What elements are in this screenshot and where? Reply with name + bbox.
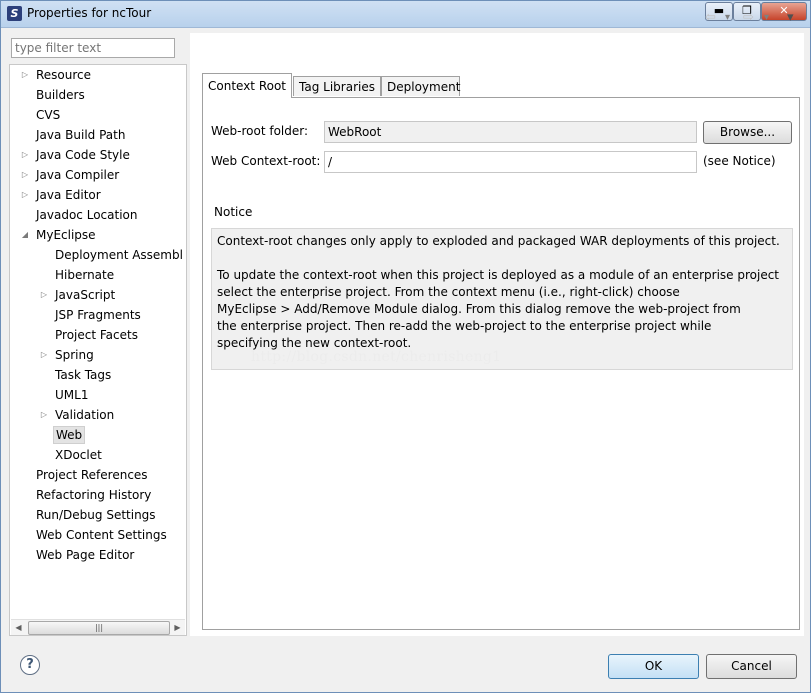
tree-item[interactable]: Java Build Path [10,126,186,144]
tree-horizontal-scrollbar[interactable]: ◀ ||| ▶ [11,619,185,635]
tree-item[interactable]: ▷ Java Code Style [10,146,186,164]
tree-expand-icon[interactable]: ▷ [39,346,49,364]
tree-item[interactable]: ▷ JavaScript [10,286,186,304]
tree-item[interactable]: Builders [10,86,186,104]
web-context-root-label: Web Context-root: [211,154,321,168]
tree-item[interactable]: ▷ Resource [10,66,186,84]
tree-item[interactable]: UML1 [10,386,186,404]
window-title: Properties for ncTour [27,6,152,20]
back-menu-icon[interactable]: ▾ [725,12,730,23]
webroot-folder-label: Web-root folder: [211,124,309,138]
tree-item[interactable]: Refactoring History [10,486,186,504]
tree-item-label: MyEclipse [36,228,96,242]
tree-expand-icon[interactable]: ▷ [20,186,30,204]
notice-line: MyEclipse > Add/Remove Module dialog. Fr… [217,302,741,316]
properties-tree-pane: ▷ Resource Builders CVS Java Build Path ▷ Java… [9,64,187,636]
browse-button[interactable]: Browse... [703,121,792,144]
webroot-folder-field[interactable]: WebRoot [324,121,697,143]
tree-item-label: JSP Fragments [55,308,141,322]
tree-item[interactable]: Task Tags [10,366,186,384]
filter-input[interactable] [11,38,175,58]
tree-item-label: CVS [36,108,61,122]
tree-expand-icon[interactable]: ▷ [20,146,30,164]
tab-tag-libraries[interactable]: Tag Libraries [293,76,381,96]
ok-button[interactable]: OK [608,654,699,679]
forward-menu-icon[interactable]: ▾ [764,12,769,23]
tree-collapse-icon[interactable]: ◢ [20,226,30,244]
see-notice-label: (see Notice) [703,154,776,168]
tree-item-label: Web Page Editor [36,548,135,562]
tree-item[interactable]: CVS [10,106,186,124]
tree-item-label: Java Code Style [36,148,130,162]
tree-item-label: UML1 [55,388,89,402]
title-bar[interactable]: S Properties for ncTour ▬ ❐ ✕ [1,1,810,28]
scroll-right-icon[interactable]: ▶ [170,620,185,635]
tree-item-label: Validation [55,408,115,422]
tree-item-label: Java Build Path [36,128,126,142]
back-arrow-icon[interactable]: ⇦ [705,10,716,25]
tree-expand-icon[interactable]: ▷ [39,286,49,304]
tree-item[interactable]: Javadoc Location [10,206,186,224]
tree-item-label: Web Content Settings [36,528,167,542]
forward-arrow-icon[interactable]: ⇨ [743,10,754,25]
tree-item-label: Spring [55,348,94,362]
notice-line: select the enterprise project. From the … [217,285,680,299]
tree-item[interactable]: Web [10,426,186,444]
tree-item[interactable]: Web Page Editor [10,546,186,564]
tree-item[interactable]: Web Content Settings [10,526,186,544]
help-icon[interactable]: ? [20,655,40,675]
tree-item-label: Run/Debug Settings [36,508,156,522]
tab-context-root[interactable]: Context Root [202,73,292,98]
notice-line: Context-root changes only apply to explo… [217,234,780,248]
notice-line: the enterprise project. Then re-add the … [217,319,712,333]
properties-dialog: S Properties for ncTour ▬ ❐ ✕ ▷ Resource B… [0,0,811,693]
tree-item-label: Project Facets [55,328,138,342]
properties-tree: ▷ Resource Builders CVS Java Build Path ▷ Java… [10,65,186,617]
tab-deployment[interactable]: Deployment [381,76,460,96]
tree-expand-icon[interactable]: ▷ [39,406,49,424]
tree-item[interactable]: ▷ Validation [10,406,186,424]
tree-item-label: Resource [36,68,92,82]
myeclipse-app-icon: S [7,6,22,21]
tree-item-label: Project References [36,468,148,482]
tree-expand-icon[interactable]: ▷ [20,66,30,84]
tree-item[interactable]: Project Facets [10,326,186,344]
tree-item[interactable]: XDoclet [10,446,186,464]
tree-expand-icon[interactable]: ▷ [20,166,30,184]
tree-item-label: Deployment Assembl [55,248,183,262]
tree-item-label: Task Tags [55,368,112,382]
notice-heading: Notice [214,205,253,219]
tree-item[interactable]: ▷ Java Compiler [10,166,186,184]
tree-item-label: Javadoc Location [36,208,138,222]
tree-item[interactable]: Deployment Assembl [10,246,186,264]
tree-item-label: JavaScript [55,288,116,302]
tree-item-label: XDoclet [55,448,102,462]
web-context-root-input[interactable]: / [324,151,697,173]
tree-item[interactable]: JSP Fragments [10,306,186,324]
tree-item[interactable]: ▷ Spring [10,346,186,364]
tree-item[interactable]: Run/Debug Settings [10,506,186,524]
notice-line: To update the context-root when this pro… [217,268,780,282]
tree-item-label: Hibernate [55,268,115,282]
view-menu-icon[interactable]: ▾ [787,10,794,25]
tree-item-label: Web [53,426,86,444]
tree-item[interactable]: ▷ Java Editor [10,186,186,204]
tree-item-label: Builders [36,88,85,102]
cancel-button[interactable]: Cancel [706,654,797,679]
tree-item-label: Java Compiler [36,168,120,182]
tree-item[interactable]: ◢ MyEclipse [10,226,186,244]
tree-item[interactable]: Project References [10,466,186,484]
tree-item-label: Java Editor [36,188,101,202]
scroll-left-icon[interactable]: ◀ [11,620,26,635]
watermark-text: http://blog.csdn.net/chenrisheng1 [251,349,502,365]
tree-item[interactable]: Hibernate [10,266,186,284]
scroll-thumb[interactable]: ||| [28,621,170,635]
tree-item-label: Refactoring History [36,488,152,502]
